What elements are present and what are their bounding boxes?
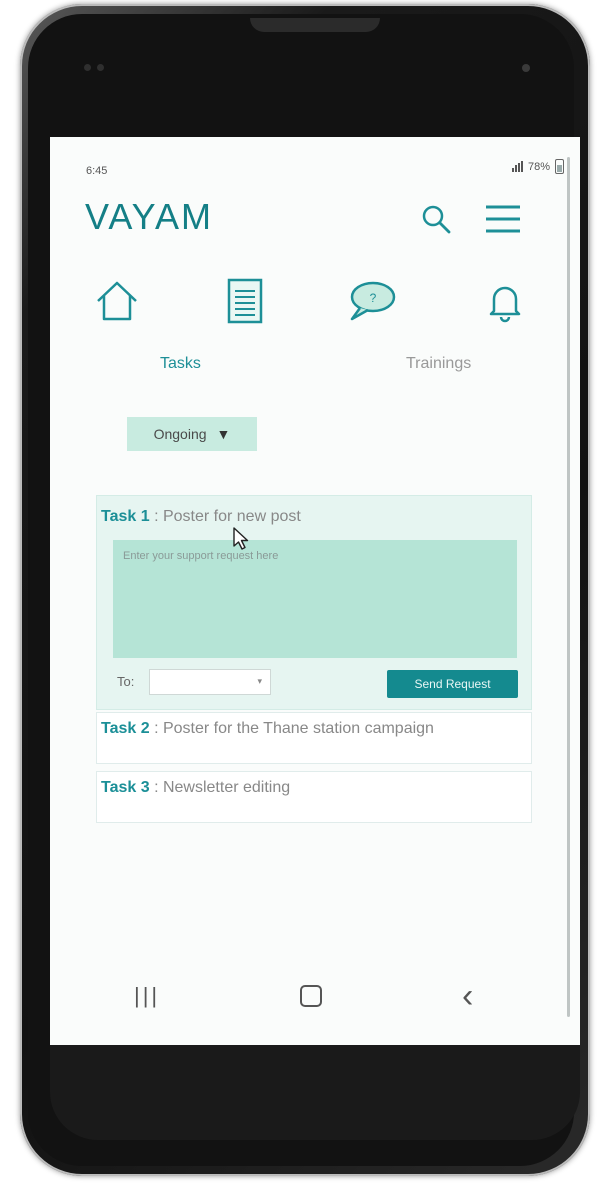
tasks-document-icon[interactable] <box>220 277 270 327</box>
tab-bar: Tasks Trainings <box>50 355 580 385</box>
system-nav-bar: ||| ‹ <box>50 975 580 1025</box>
tab-tasks[interactable]: Tasks <box>160 355 201 373</box>
task-title: Task 1 : Poster for new post <box>101 508 301 525</box>
recent-apps-button[interactable]: ||| <box>134 983 160 1009</box>
svg-text:?: ? <box>370 291 377 305</box>
bell-icon[interactable] <box>480 277 530 327</box>
task-card[interactable]: Task 2 : Poster for the Thane station ca… <box>96 712 532 764</box>
app-screen: 6:45 78% VAYAM ? Tasks Trainings Ongoing… <box>50 137 580 1045</box>
phone-chin <box>50 1045 580 1140</box>
phone-speaker <box>250 18 380 32</box>
send-request-button[interactable]: Send Request <box>387 670 518 698</box>
recipient-select[interactable]: ▾ <box>149 669 271 695</box>
app-logo: VAYAM <box>85 196 214 237</box>
status-time: 6:45 <box>86 165 108 177</box>
task-title: Task 2 : Poster for the Thane station ca… <box>101 720 434 737</box>
menu-icon[interactable] <box>484 203 522 235</box>
task-card-expanded[interactable]: Task 1 : Poster for new post To: ▾ Send … <box>96 495 532 710</box>
status-indicators: 78% <box>511 159 564 174</box>
mouse-cursor-icon <box>233 527 249 550</box>
caret-down-icon: ▼ <box>216 426 231 442</box>
to-label: To: <box>117 674 135 689</box>
home-icon[interactable] <box>92 277 142 327</box>
task-title: Task 3 : Newsletter editing <box>101 779 291 796</box>
home-button[interactable] <box>300 985 322 1007</box>
battery-icon <box>555 159 564 174</box>
task-list: Task 1 : Poster for new post To: ▾ Send … <box>96 495 532 825</box>
back-button[interactable]: ‹ <box>462 977 473 1016</box>
support-request-input[interactable] <box>113 540 517 658</box>
phone-sensors <box>84 58 112 71</box>
chevron-down-icon: ▾ <box>257 676 262 686</box>
chat-question-icon[interactable]: ? <box>346 277 396 327</box>
search-icon[interactable] <box>420 203 452 235</box>
status-filter-dropdown[interactable]: Ongoing ▼ <box>127 417 257 451</box>
task-card[interactable]: Task 3 : Newsletter editing <box>96 771 532 823</box>
filter-selected-value: Ongoing <box>153 426 207 442</box>
battery-percent: 78% <box>527 160 550 173</box>
tab-trainings[interactable]: Trainings <box>406 355 471 373</box>
phone-camera <box>522 64 530 72</box>
signal-icon <box>511 161 523 172</box>
nav-icon-bar: ? <box>50 277 580 327</box>
